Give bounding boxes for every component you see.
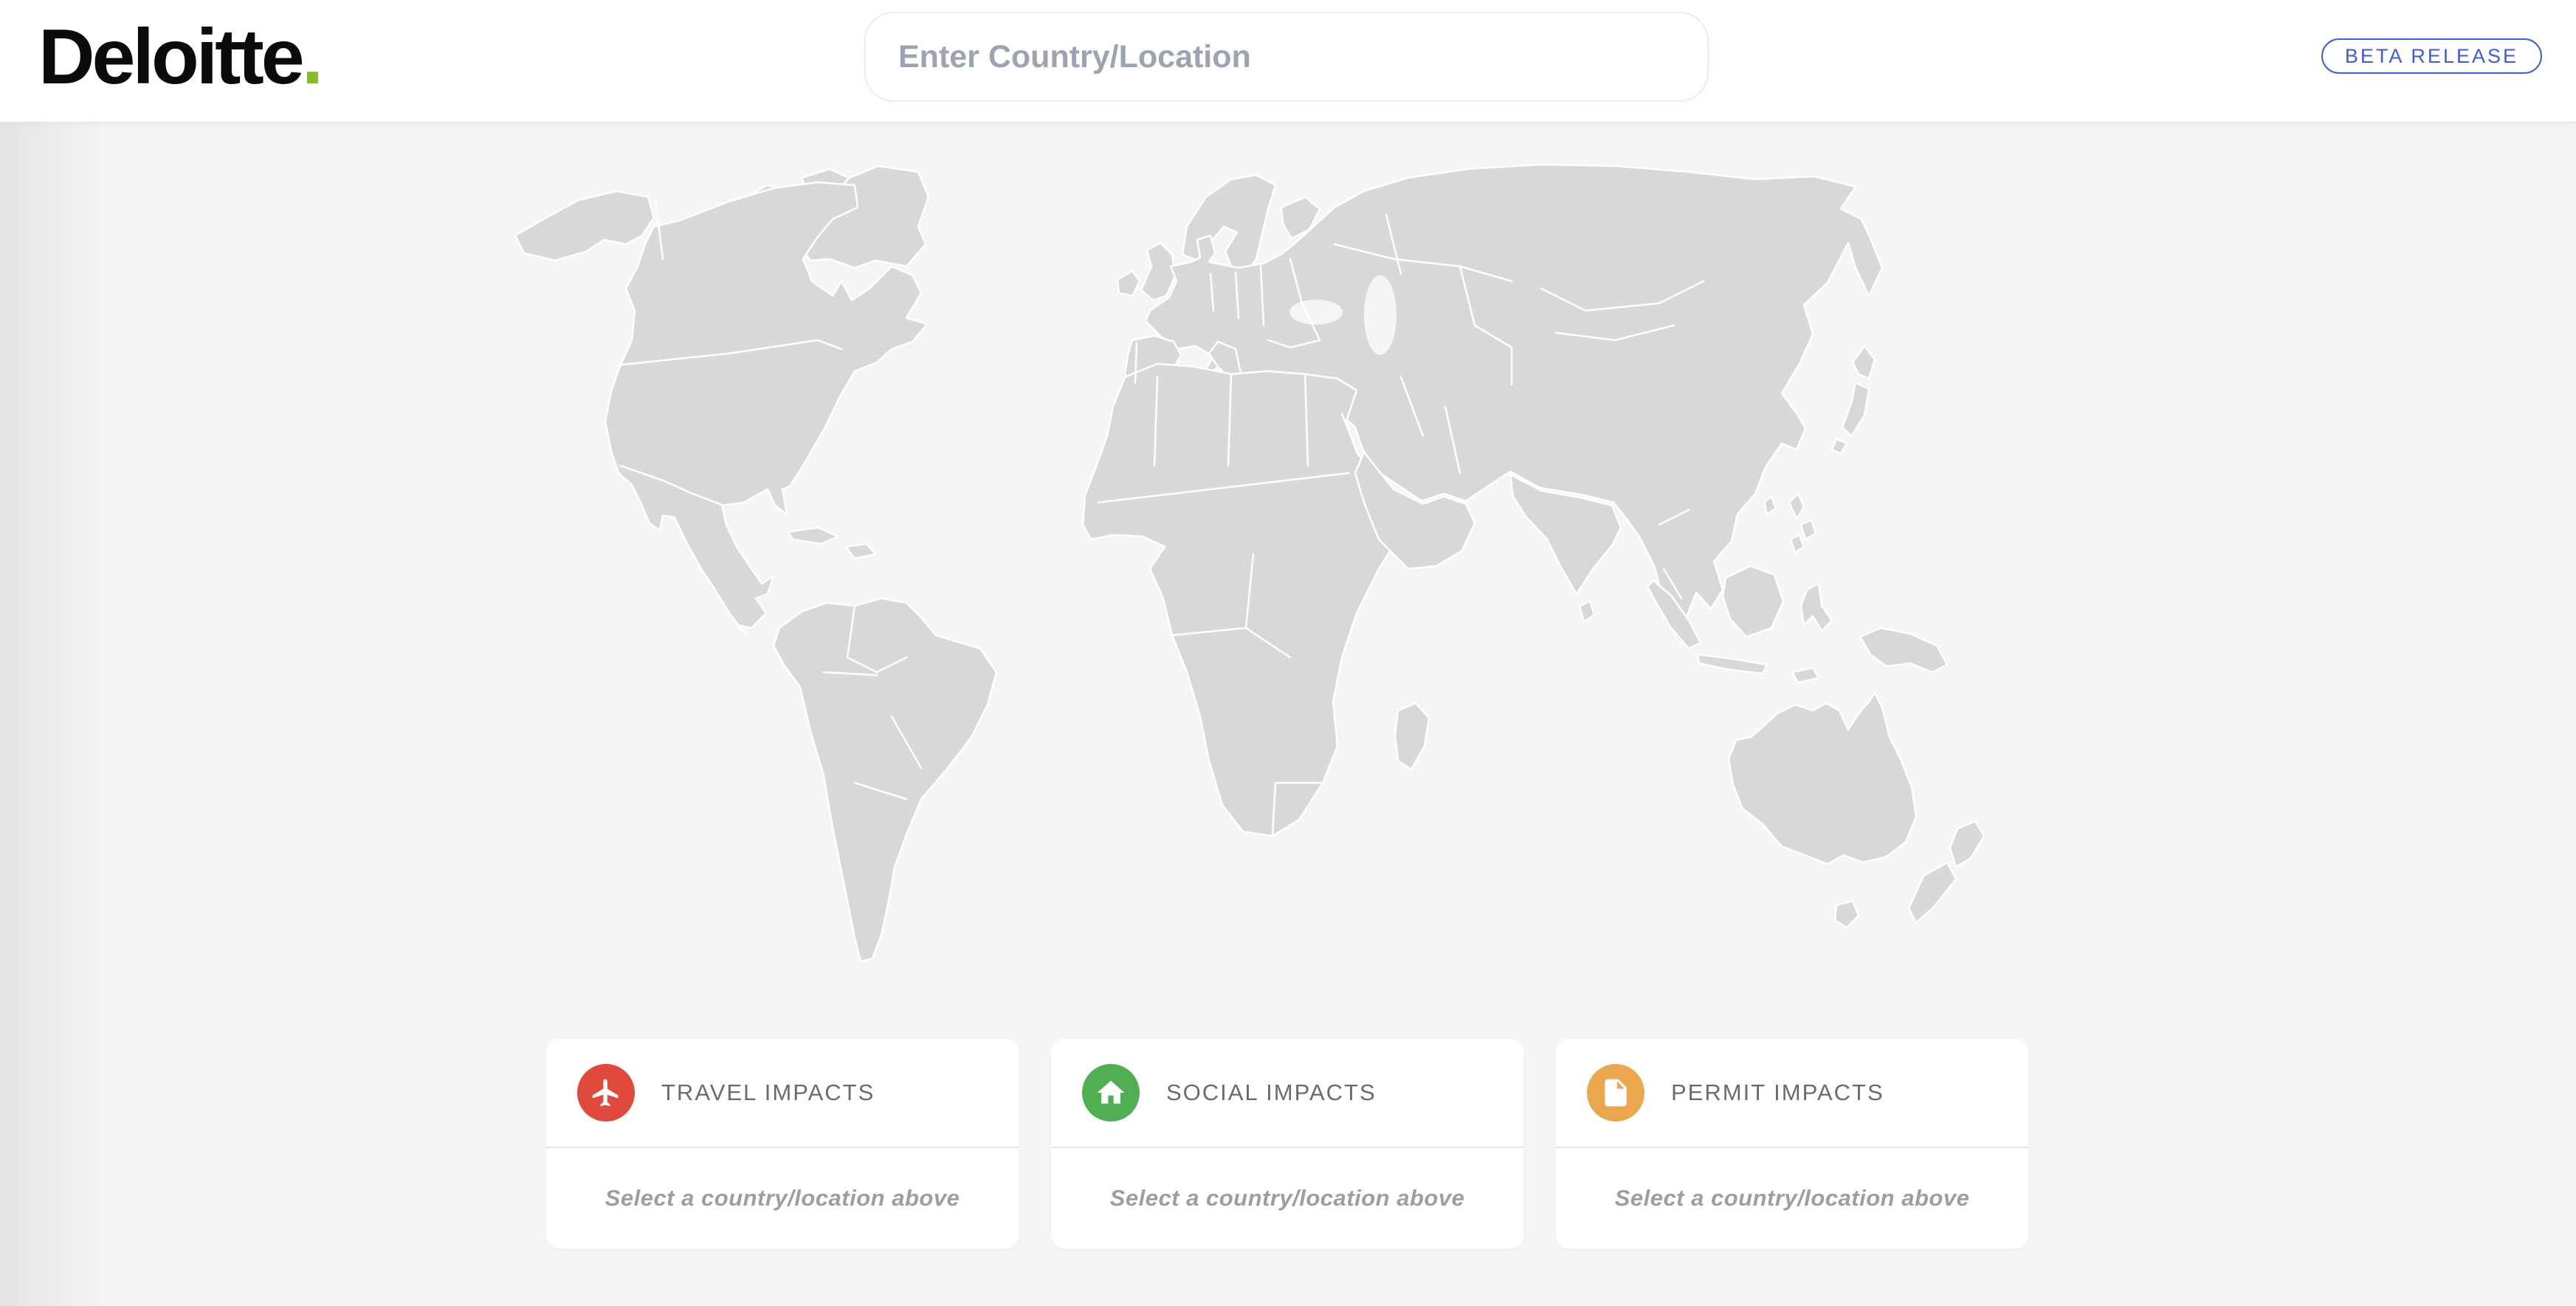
- social-impacts-card-body: Select a country/location above: [1051, 1148, 1523, 1248]
- card-title: PERMIT IMPACTS: [1671, 1079, 1884, 1106]
- card-message: Select a country/location above: [1110, 1185, 1465, 1212]
- permit-impacts-card-header: PERMIT IMPACTS: [1556, 1039, 2028, 1148]
- card-message: Select a country/location above: [1615, 1185, 1970, 1212]
- card-message: Select a country/location above: [605, 1185, 960, 1212]
- card-title: SOCIAL IMPACTS: [1166, 1079, 1377, 1106]
- card-title: TRAVEL IMPACTS: [661, 1079, 875, 1106]
- app-header: Deloitte. BETA RELEASE: [0, 0, 2576, 123]
- logo-text: Deloitte: [38, 13, 302, 100]
- social-impacts-card-header: SOCIAL IMPACTS: [1051, 1039, 1523, 1148]
- world-map-container: [508, 156, 2068, 969]
- permit-impacts-card-body: Select a country/location above: [1556, 1148, 2028, 1248]
- map-landmasses: [515, 165, 1984, 961]
- left-edge-shade: [0, 0, 111, 1306]
- plane-icon: [577, 1064, 635, 1122]
- permit-impacts-card: PERMIT IMPACTS Select a country/location…: [1556, 1039, 2028, 1248]
- world-map: [508, 156, 2068, 969]
- home-icon: [1082, 1064, 1140, 1122]
- social-impacts-card: SOCIAL IMPACTS Select a country/location…: [1051, 1039, 1523, 1248]
- logo-green-dot: .: [302, 13, 323, 100]
- travel-impacts-card-header: TRAVEL IMPACTS: [546, 1039, 1019, 1148]
- impact-cards-row: TRAVEL IMPACTS Select a country/location…: [546, 1039, 2028, 1248]
- deloitte-logo[interactable]: Deloitte.: [38, 10, 323, 104]
- travel-impacts-card-body: Select a country/location above: [546, 1148, 1019, 1248]
- travel-impacts-card: TRAVEL IMPACTS Select a country/location…: [546, 1039, 1019, 1248]
- country-search: [864, 12, 1709, 102]
- country-search-input[interactable]: [864, 12, 1709, 102]
- beta-release-badge: BETA RELEASE: [2321, 38, 2542, 74]
- document-icon: [1587, 1064, 1645, 1122]
